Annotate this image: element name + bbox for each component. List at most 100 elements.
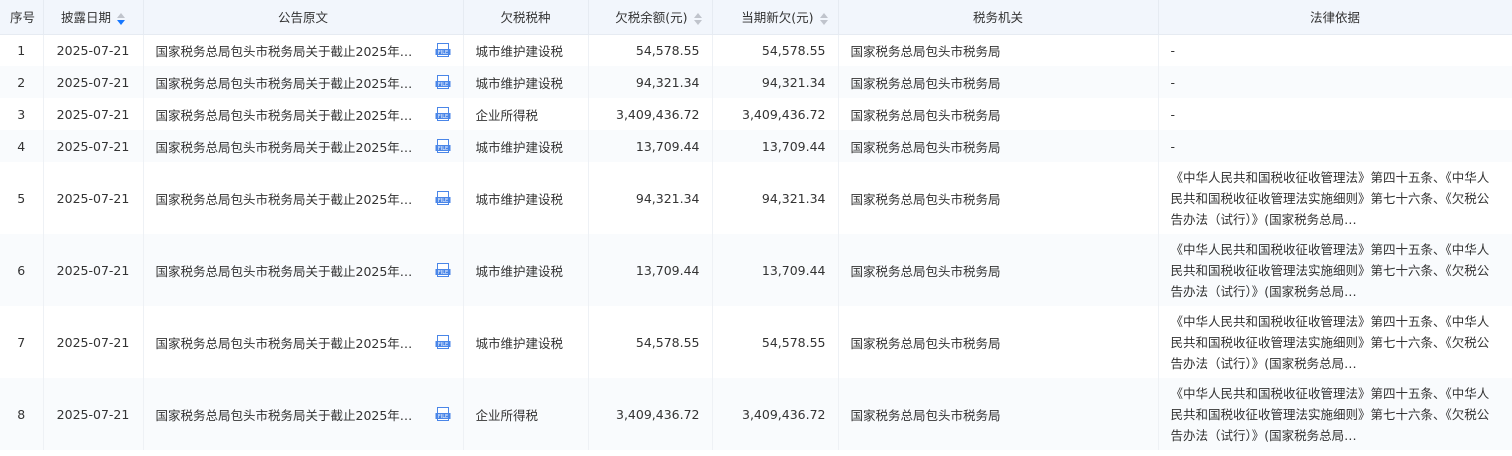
new-arrears: 54,578.55 bbox=[712, 34, 839, 66]
row-index: 3 bbox=[0, 98, 44, 130]
notice-link[interactable]: 国家税务总局包头市税务局关于截止2025年… bbox=[156, 405, 420, 424]
legal-basis: 《中华人民共和国税收征收管理法》第四十五条、《中华人民共和国税收征收管理法实施细… bbox=[1170, 241, 1490, 299]
legal-basis-cell: 《中华人民共和国税收征收管理法》第四十五条、《中华人民共和国税收征收管理法实施细… bbox=[1158, 306, 1512, 378]
col-header-notice: 公告原文 bbox=[143, 0, 464, 35]
tax-balance: 54,578.55 bbox=[588, 34, 713, 66]
col-header-index: 序号 bbox=[0, 0, 44, 35]
notice-link[interactable]: 国家税务总局包头市税务局关于截止2025年… bbox=[156, 41, 420, 60]
legal-basis: - bbox=[1170, 106, 1176, 122]
tax-authority: 国家税务总局包头市税务局 bbox=[838, 66, 1159, 98]
table-row: 7 2025-07-21 国家税务总局包头市税务局关于截止2025年… FILE… bbox=[0, 306, 1512, 378]
tax-type: 城市维护建设税 bbox=[463, 34, 589, 66]
svg-text:FILE: FILE bbox=[437, 50, 447, 56]
table-row: 2 2025-07-21 国家税务总局包头市税务局关于截止2025年… FILE… bbox=[0, 66, 1512, 98]
notice-cell: 国家税务总局包头市税务局关于截止2025年… FILE bbox=[143, 34, 464, 66]
row-index: 2 bbox=[0, 66, 44, 98]
disclosure-date: 2025-07-21 bbox=[43, 378, 144, 450]
file-icon[interactable]: FILE bbox=[435, 43, 451, 58]
svg-text:FILE: FILE bbox=[437, 114, 447, 120]
file-icon[interactable]: FILE bbox=[435, 335, 451, 349]
col-header-date[interactable]: 披露日期 bbox=[43, 0, 144, 35]
new-arrears: 94,321.34 bbox=[712, 66, 839, 98]
legal-basis-cell: - bbox=[1158, 98, 1512, 130]
row-index: 8 bbox=[0, 378, 44, 450]
file-icon[interactable]: FILE bbox=[435, 191, 451, 205]
tax-type: 企业所得税 bbox=[463, 378, 589, 450]
svg-text:FILE: FILE bbox=[437, 82, 447, 88]
disclosure-date: 2025-07-21 bbox=[43, 162, 144, 234]
legal-basis-cell: - bbox=[1158, 130, 1512, 162]
row-index: 7 bbox=[0, 306, 44, 378]
disclosure-date: 2025-07-21 bbox=[43, 130, 144, 162]
row-index: 6 bbox=[0, 234, 44, 306]
legal-basis: 《中华人民共和国税收征收管理法》第四十五条、《中华人民共和国税收征收管理法实施细… bbox=[1170, 385, 1490, 443]
tax-balance: 13,709.44 bbox=[588, 234, 713, 306]
file-icon[interactable]: FILE bbox=[435, 263, 451, 277]
tax-authority: 国家税务总局包头市税务局 bbox=[838, 130, 1159, 162]
table-row: 1 2025-07-21 国家税务总局包头市税务局关于截止2025年… FILE… bbox=[0, 34, 1512, 66]
file-icon[interactable]: FILE bbox=[435, 107, 451, 121]
tax-authority: 国家税务总局包头市税务局 bbox=[838, 34, 1159, 66]
legal-basis-cell: - bbox=[1158, 34, 1512, 66]
new-arrears: 13,709.44 bbox=[712, 130, 839, 162]
legal-basis: 《中华人民共和国税收征收管理法》第四十五条、《中华人民共和国税收征收管理法实施细… bbox=[1170, 169, 1490, 227]
tax-authority: 国家税务总局包头市税务局 bbox=[838, 162, 1159, 234]
tax-balance: 94,321.34 bbox=[588, 162, 713, 234]
col-header-tax-type: 欠税税种 bbox=[463, 0, 589, 35]
tax-type: 城市维护建设税 bbox=[463, 234, 589, 306]
legal-basis: - bbox=[1170, 138, 1176, 154]
notice-link[interactable]: 国家税务总局包头市税务局关于截止2025年… bbox=[156, 333, 420, 352]
legal-basis-cell: 《中华人民共和国税收征收管理法》第四十五条、《中华人民共和国税收征收管理法实施细… bbox=[1158, 234, 1512, 306]
notice-cell: 国家税务总局包头市税务局关于截止2025年… FILE bbox=[143, 98, 464, 130]
tax-authority: 国家税务总局包头市税务局 bbox=[838, 378, 1159, 450]
disclosure-date: 2025-07-21 bbox=[43, 98, 144, 130]
tax-type: 城市维护建设税 bbox=[463, 66, 589, 98]
tax-balance: 94,321.34 bbox=[588, 66, 713, 98]
svg-text:FILE: FILE bbox=[437, 342, 447, 348]
sort-icon[interactable] bbox=[819, 12, 828, 25]
file-icon[interactable]: FILE bbox=[435, 407, 451, 421]
notice-link[interactable]: 国家税务总局包头市税务局关于截止2025年… bbox=[156, 73, 420, 92]
file-icon[interactable]: FILE bbox=[435, 139, 451, 153]
notice-link[interactable]: 国家税务总局包头市税务局关于截止2025年… bbox=[156, 137, 420, 156]
tax-balance: 3,409,436.72 bbox=[588, 98, 713, 130]
svg-text:FILE: FILE bbox=[437, 270, 447, 276]
new-arrears: 13,709.44 bbox=[712, 234, 839, 306]
legal-basis-cell: 《中华人民共和国税收征收管理法》第四十五条、《中华人民共和国税收征收管理法实施细… bbox=[1158, 162, 1512, 234]
notice-link[interactable]: 国家税务总局包头市税务局关于截止2025年… bbox=[156, 261, 420, 280]
col-header-new-arrears[interactable]: 当期新欠(元) bbox=[712, 0, 839, 35]
notice-link[interactable]: 国家税务总局包头市税务局关于截止2025年… bbox=[156, 105, 420, 124]
table-row: 3 2025-07-21 国家税务总局包头市税务局关于截止2025年… FILE… bbox=[0, 98, 1512, 130]
table-row: 4 2025-07-21 国家税务总局包头市税务局关于截止2025年… FILE… bbox=[0, 130, 1512, 162]
tax-authority: 国家税务总局包头市税务局 bbox=[838, 234, 1159, 306]
tax-balance: 3,409,436.72 bbox=[588, 378, 713, 450]
table-header-row: 序号 披露日期 公告原文 欠税税种 欠税余额(元) 当期新欠(元) 税务机关 法… bbox=[0, 0, 1512, 35]
row-index: 5 bbox=[0, 162, 44, 234]
legal-basis: - bbox=[1170, 42, 1176, 58]
notice-cell: 国家税务总局包头市税务局关于截止2025年… FILE bbox=[143, 306, 464, 378]
sort-desc-icon[interactable] bbox=[117, 12, 125, 25]
col-header-balance[interactable]: 欠税余额(元) bbox=[588, 0, 713, 35]
row-index: 1 bbox=[0, 34, 44, 66]
notice-cell: 国家税务总局包头市税务局关于截止2025年… FILE bbox=[143, 66, 464, 98]
svg-text:FILE: FILE bbox=[437, 414, 447, 420]
sort-icon[interactable] bbox=[693, 12, 702, 25]
tax-type: 城市维护建设税 bbox=[463, 162, 589, 234]
tax-type: 企业所得税 bbox=[463, 98, 589, 130]
new-arrears: 94,321.34 bbox=[712, 162, 839, 234]
new-arrears: 54,578.55 bbox=[712, 306, 839, 378]
notice-cell: 国家税务总局包头市税务局关于截止2025年… FILE bbox=[143, 378, 464, 450]
tax-authority: 国家税务总局包头市税务局 bbox=[838, 306, 1159, 378]
tax-balance: 13,709.44 bbox=[588, 130, 713, 162]
col-header-legal-basis: 法律依据 bbox=[1158, 0, 1512, 35]
notice-link[interactable]: 国家税务总局包头市税务局关于截止2025年… bbox=[156, 189, 420, 208]
new-arrears: 3,409,436.72 bbox=[712, 378, 839, 450]
table-row: 8 2025-07-21 国家税务总局包头市税务局关于截止2025年… FILE… bbox=[0, 378, 1512, 450]
svg-text:FILE: FILE bbox=[437, 146, 447, 152]
legal-basis-cell: 《中华人民共和国税收征收管理法》第四十五条、《中华人民共和国税收征收管理法实施细… bbox=[1158, 378, 1512, 450]
legal-basis: 《中华人民共和国税收征收管理法》第四十五条、《中华人民共和国税收征收管理法实施细… bbox=[1170, 313, 1490, 371]
tax-authority: 国家税务总局包头市税务局 bbox=[838, 98, 1159, 130]
tax-balance: 54,578.55 bbox=[588, 306, 713, 378]
disclosure-date: 2025-07-21 bbox=[43, 34, 144, 66]
file-icon[interactable]: FILE bbox=[435, 75, 451, 89]
